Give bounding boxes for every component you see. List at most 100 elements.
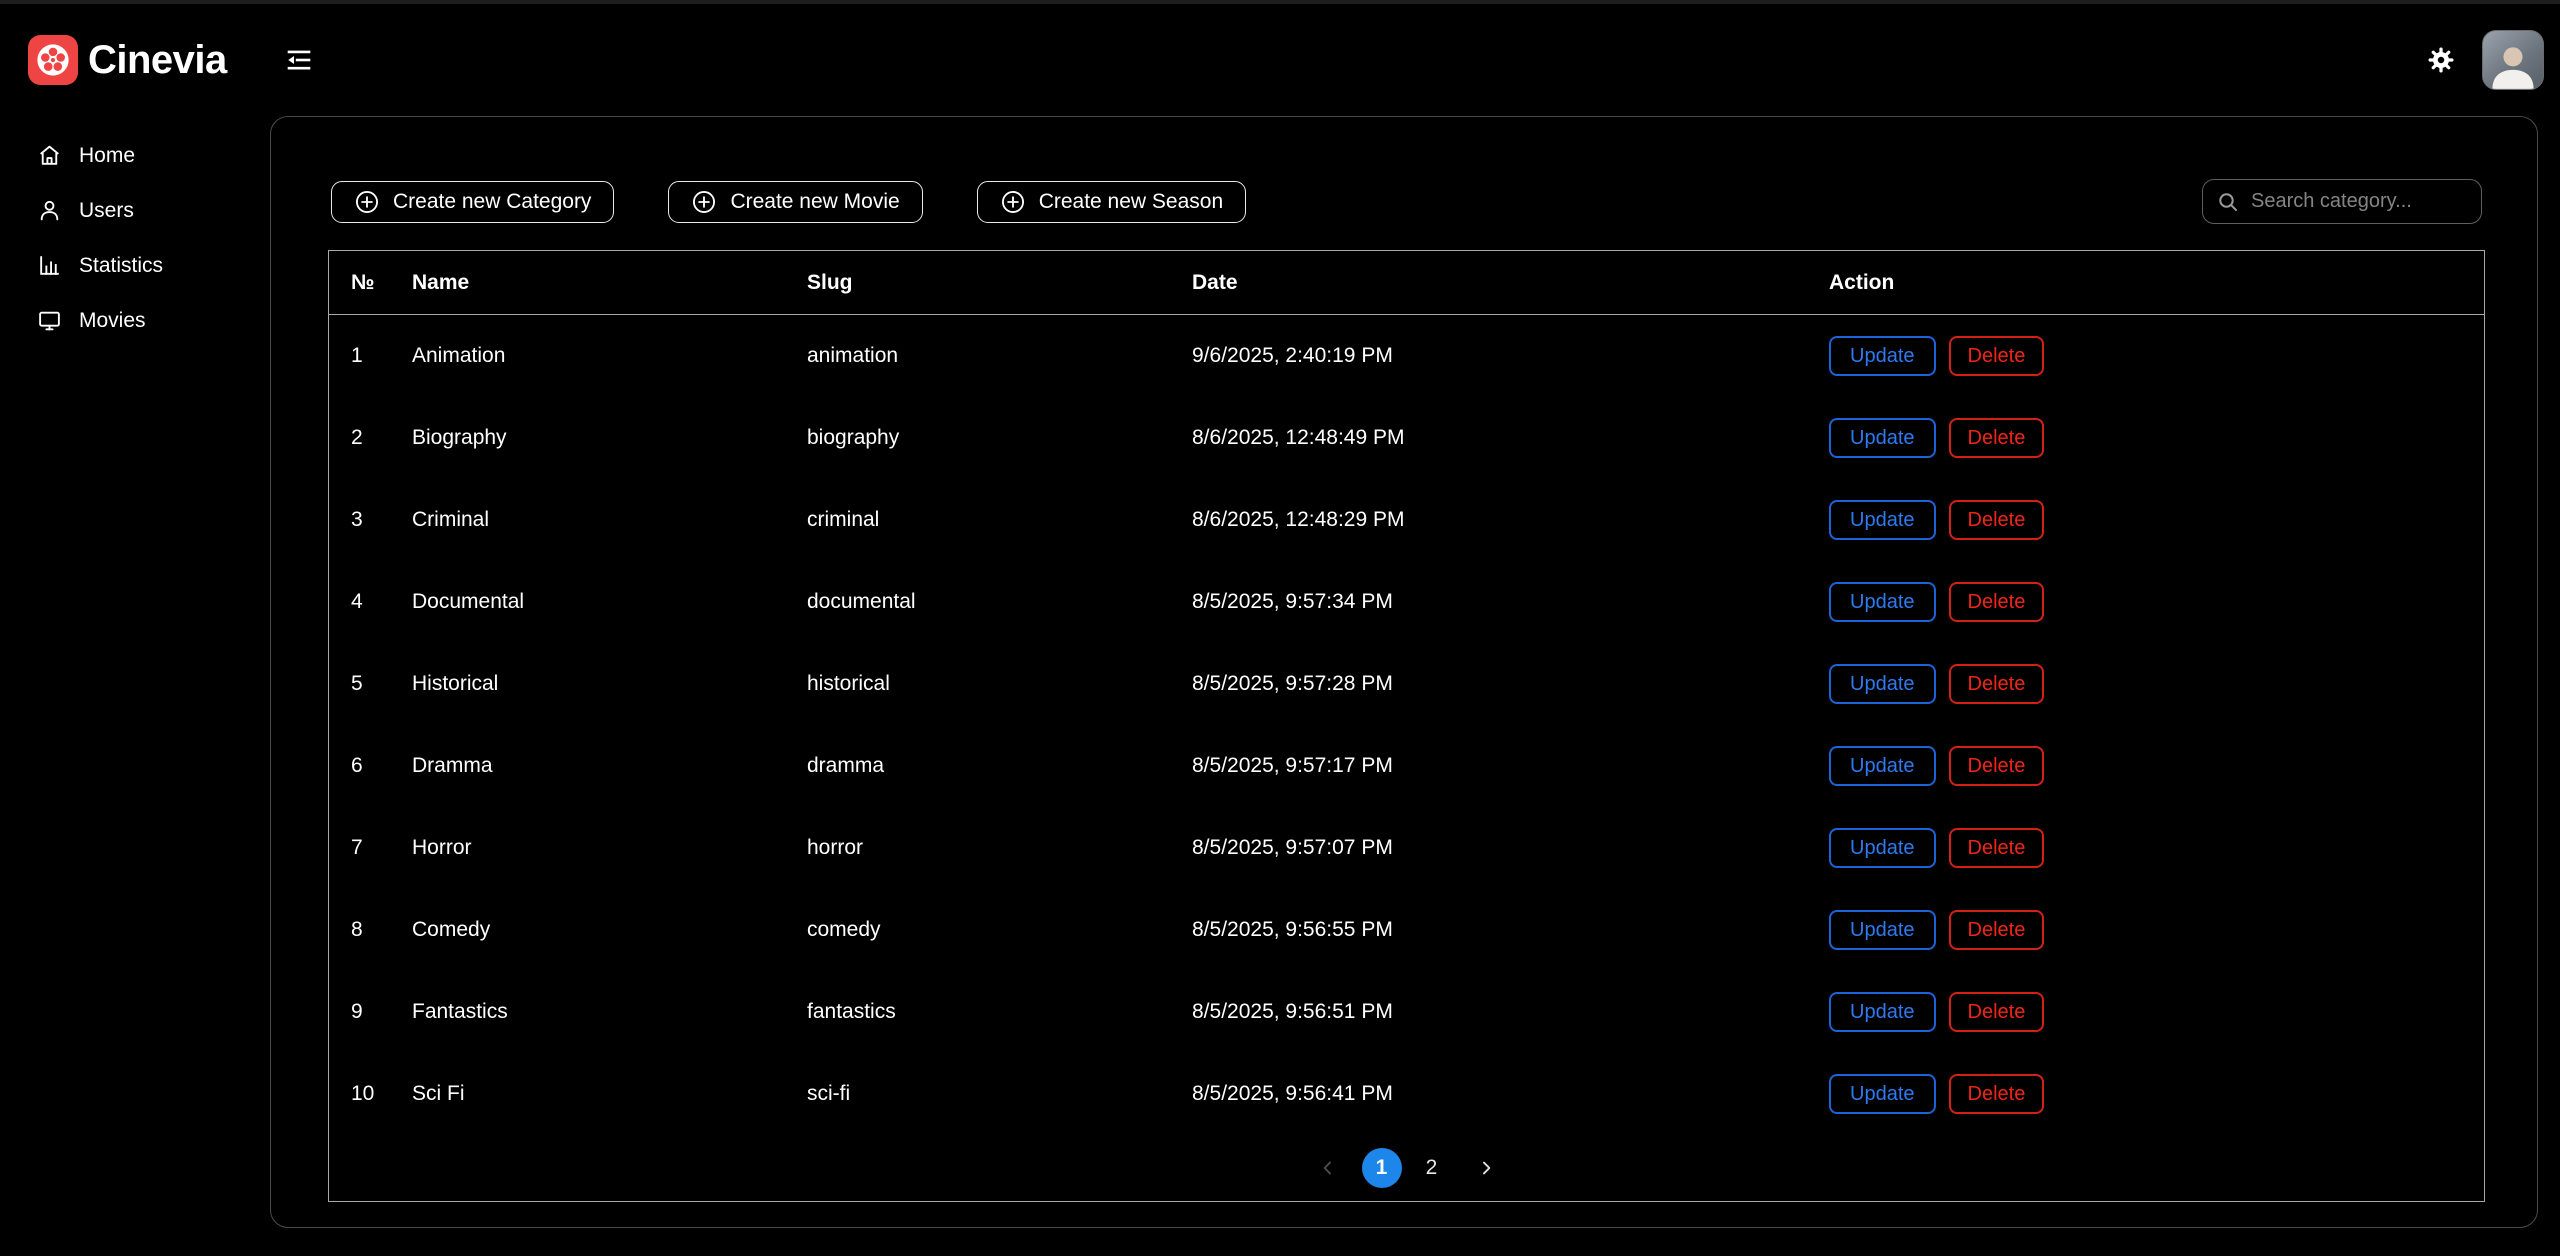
column-header-slug: Slug xyxy=(807,271,1192,295)
delete-button[interactable]: Delete xyxy=(1949,910,2045,950)
update-button[interactable]: Update xyxy=(1829,746,1936,786)
category-slug: animation xyxy=(807,344,1192,368)
category-slug: biography xyxy=(807,426,1192,450)
category-slug: horror xyxy=(807,836,1192,860)
page-buttons: 12 xyxy=(1362,1148,1452,1188)
delete-button[interactable]: Delete xyxy=(1949,582,2045,622)
update-button[interactable]: Update xyxy=(1829,582,1936,622)
sidebar-item-users[interactable]: Users xyxy=(0,183,270,238)
delete-button[interactable]: Delete xyxy=(1949,418,2045,458)
column-header-date: Date xyxy=(1192,271,1829,295)
category-name: Horror xyxy=(412,836,807,860)
content-panel: Create new Category Create new Movie Cre… xyxy=(270,116,2538,1228)
create-season-button[interactable]: Create new Season xyxy=(977,181,1246,223)
category-date: 8/5/2025, 9:57:28 PM xyxy=(1192,672,1829,696)
row-actions: Update Delete xyxy=(1829,336,2484,376)
table-row: 7 Horror horror 8/5/2025, 9:57:07 PM Upd… xyxy=(329,807,2484,889)
row-actions: Update Delete xyxy=(1829,828,2484,868)
table-header: № Name Slug Date Action xyxy=(329,251,2484,315)
chevron-left-icon[interactable] xyxy=(1308,1152,1348,1184)
sidebar-item-movies[interactable]: Movies xyxy=(0,293,270,348)
update-button[interactable]: Update xyxy=(1829,910,1936,950)
update-button[interactable]: Update xyxy=(1829,992,1936,1032)
row-actions: Update Delete xyxy=(1829,418,2484,458)
row-actions: Update Delete xyxy=(1829,992,2484,1032)
update-button[interactable]: Update xyxy=(1829,418,1936,458)
update-button[interactable]: Update xyxy=(1829,828,1936,868)
row-number: 3 xyxy=(329,508,412,532)
page-button-2[interactable]: 2 xyxy=(1412,1148,1452,1188)
delete-button[interactable]: Delete xyxy=(1949,1074,2045,1114)
delete-button[interactable]: Delete xyxy=(1949,746,2045,786)
search-box xyxy=(2202,179,2482,224)
row-actions: Update Delete xyxy=(1829,664,2484,704)
topbar-right xyxy=(2426,30,2560,90)
category-name: Biography xyxy=(412,426,807,450)
gear-icon[interactable] xyxy=(2426,45,2456,75)
create-buttons-group: Create new Category Create new Movie Cre… xyxy=(331,181,1246,223)
user-icon xyxy=(37,198,62,223)
create-season-label: Create new Season xyxy=(1039,190,1223,214)
update-button[interactable]: Update xyxy=(1829,664,1936,704)
delete-button[interactable]: Delete xyxy=(1949,500,2045,540)
plus-circle-icon xyxy=(1000,189,1026,215)
sidebar-item-statistics[interactable]: Statistics xyxy=(0,238,270,293)
brand[interactable]: Cinevia xyxy=(0,35,270,85)
table-row: 2 Biography biography 8/6/2025, 12:48:49… xyxy=(329,397,2484,479)
update-button[interactable]: Update xyxy=(1829,336,1936,376)
category-slug: dramma xyxy=(807,754,1192,778)
category-slug: documental xyxy=(807,590,1192,614)
category-date: 8/5/2025, 9:57:34 PM xyxy=(1192,590,1829,614)
table-row: 9 Fantastics fantastics 8/5/2025, 9:56:5… xyxy=(329,971,2484,1053)
delete-button[interactable]: Delete xyxy=(1949,664,2045,704)
category-slug: sci-fi xyxy=(807,1082,1192,1106)
delete-button[interactable]: Delete xyxy=(1949,992,2045,1032)
row-number: 8 xyxy=(329,918,412,942)
row-number: 6 xyxy=(329,754,412,778)
table-row: 1 Animation animation 9/6/2025, 2:40:19 … xyxy=(329,315,2484,397)
category-date: 8/6/2025, 12:48:49 PM xyxy=(1192,426,1829,450)
column-header-number: № xyxy=(329,271,412,295)
create-movie-label: Create new Movie xyxy=(730,190,899,214)
delete-button[interactable]: Delete xyxy=(1949,336,2045,376)
category-name: Sci Fi xyxy=(412,1082,807,1106)
sidebar-item-label: Users xyxy=(79,199,134,223)
column-header-action: Action xyxy=(1829,271,2484,295)
row-number: 1 xyxy=(329,344,412,368)
chevron-right-icon[interactable] xyxy=(1466,1152,1506,1184)
row-number: 5 xyxy=(329,672,412,696)
row-number: 2 xyxy=(329,426,412,450)
table-body: 1 Animation animation 9/6/2025, 2:40:19 … xyxy=(329,315,2484,1135)
table-row: 6 Dramma dramma 8/5/2025, 9:57:17 PM Upd… xyxy=(329,725,2484,807)
create-category-button[interactable]: Create new Category xyxy=(331,181,614,223)
plus-circle-icon xyxy=(691,189,717,215)
sidebar: Home Users Statistics Movies xyxy=(0,116,270,348)
user-avatar[interactable] xyxy=(2482,30,2544,90)
category-name: Historical xyxy=(412,672,807,696)
sidebar-item-home[interactable]: Home xyxy=(0,128,270,183)
create-category-label: Create new Category xyxy=(393,190,591,214)
table-row: 8 Comedy comedy 8/5/2025, 9:56:55 PM Upd… xyxy=(329,889,2484,971)
update-button[interactable]: Update xyxy=(1829,1074,1936,1114)
search-icon xyxy=(2216,190,2240,214)
menu-fold-icon[interactable] xyxy=(280,41,318,79)
category-name: Fantastics xyxy=(412,1000,807,1024)
sidebar-item-label: Home xyxy=(79,144,135,168)
category-date: 8/6/2025, 12:48:29 PM xyxy=(1192,508,1829,532)
page-button-1[interactable]: 1 xyxy=(1362,1148,1402,1188)
toolbar: Create new Category Create new Movie Cre… xyxy=(331,179,2482,224)
update-button[interactable]: Update xyxy=(1829,500,1936,540)
create-movie-button[interactable]: Create new Movie xyxy=(668,181,922,223)
search-input[interactable] xyxy=(2249,189,2468,214)
table-row: 4 Documental documental 8/5/2025, 9:57:3… xyxy=(329,561,2484,643)
row-number: 7 xyxy=(329,836,412,860)
delete-button[interactable]: Delete xyxy=(1949,828,2045,868)
category-slug: fantastics xyxy=(807,1000,1192,1024)
categories-table: № Name Slug Date Action 1 Animation anim… xyxy=(328,250,2485,1202)
sidebar-item-label: Movies xyxy=(79,309,146,333)
category-slug: comedy xyxy=(807,918,1192,942)
row-actions: Update Delete xyxy=(1829,582,2484,622)
pagination: 12 xyxy=(329,1135,2484,1201)
category-slug: criminal xyxy=(807,508,1192,532)
category-name: Comedy xyxy=(412,918,807,942)
